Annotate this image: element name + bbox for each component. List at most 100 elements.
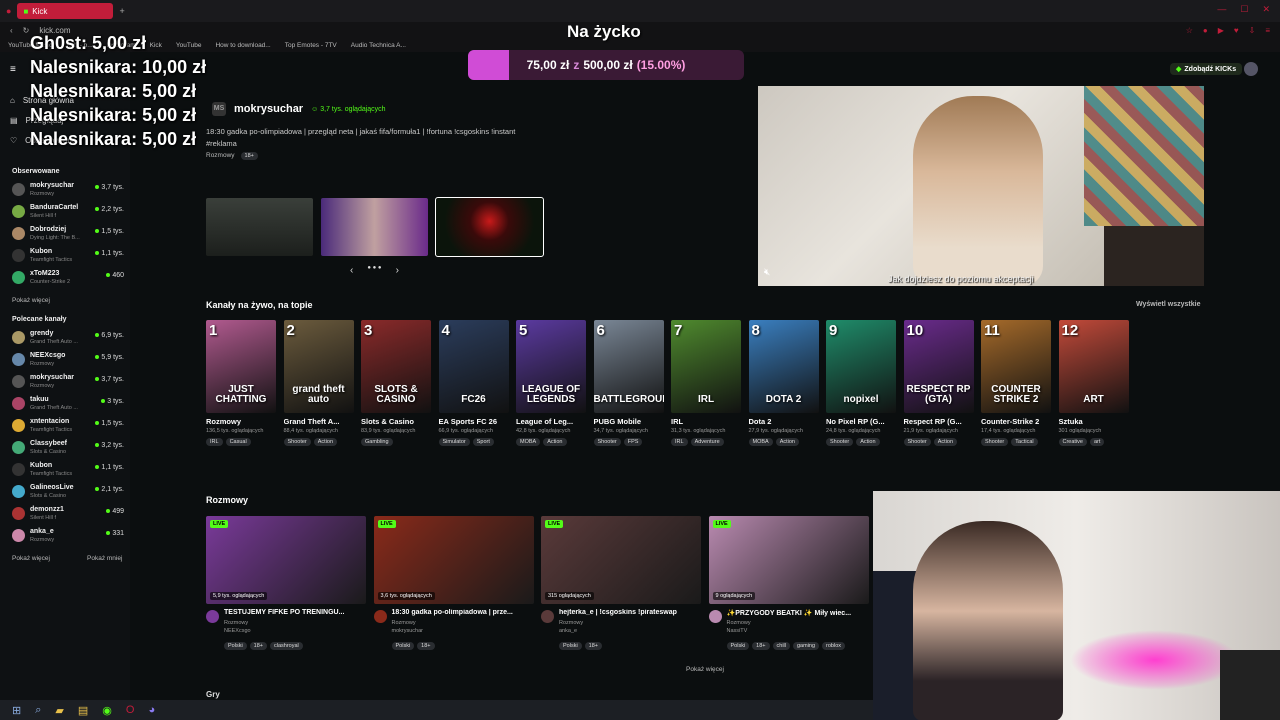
get-kicks-button[interactable]: ◆ Zdobądź KICKs	[1170, 63, 1243, 75]
bookmark-item[interactable]: Kick	[150, 42, 162, 49]
category-card[interactable]: 1 JUST CHATTING Rozmowy 136,5 tys. oglądają…	[206, 320, 276, 446]
carousel-thumb[interactable]	[206, 198, 313, 256]
category-card[interactable]: 8 DOTA 2 Dota 2 27,9 tys. oglądających MOBA A…	[748, 320, 819, 446]
settings-icon[interactable]: ≡	[1265, 26, 1270, 35]
sidebar-channel[interactable]: takuu Grand Theft Auto ... 3 tys.	[12, 394, 124, 414]
category-card[interactable]: 12 ART Sztuka 301 oglądających Creative art	[1058, 320, 1129, 446]
tag-pill[interactable]: MOBA	[748, 438, 773, 446]
stream-user[interactable]: mokrysuchar	[392, 628, 423, 634]
sidebar-channel[interactable]: demonzz1 Silent Hill f 499	[12, 504, 124, 524]
play-icon[interactable]: ▶	[1218, 26, 1224, 35]
stream-card[interactable]: LIVE 315 oglądających hejterka_e | !csgosk…	[541, 516, 701, 650]
tag-pill[interactable]: Creative	[1058, 438, 1087, 446]
sidebar-channel[interactable]: Kubon Teamfight Tactics 1,1 tys.	[12, 460, 124, 480]
category-card[interactable]: 7 IRL IRL 31,3 tys. oglądających IRL Adventur…	[671, 320, 741, 446]
sidebar-channel[interactable]: Dobrodziej Dying Light: The B... 1,5 tys.	[12, 224, 124, 244]
featured-channel[interactable]: mokrysuchar	[234, 103, 303, 115]
tag-pill[interactable]: Polski	[391, 642, 415, 650]
carousel-next-icon[interactable]: ›	[396, 265, 399, 276]
tag-pill[interactable]: Action	[775, 438, 799, 446]
stream-user[interactable]: NEEXcsgo	[224, 628, 251, 634]
heart-icon[interactable]: ♥	[1234, 26, 1239, 35]
stream-category[interactable]: Rozmowy	[727, 620, 751, 626]
sidebar-channel[interactable]: xntentacion Teamfight Tactics 1,5 tys.	[12, 416, 124, 436]
user-avatar[interactable]	[1244, 62, 1258, 76]
stream-category[interactable]: Rozmowy	[559, 620, 583, 626]
tag-pill[interactable]: Polski	[559, 642, 582, 650]
tag-pill[interactable]: Shooter	[903, 438, 931, 446]
tag-pill[interactable]: Polski	[224, 642, 247, 650]
tag-pill[interactable]: 18+	[752, 642, 770, 650]
sidebar-channel[interactable]: anka_e Rozmowy 331	[12, 526, 124, 546]
tag-pill[interactable]: IRL	[671, 438, 688, 446]
stream-avatar[interactable]	[541, 610, 554, 623]
tag-pill[interactable]: Tactical	[1011, 438, 1038, 446]
category-card[interactable]: 11 COUNTER STRIKE 2 Counter-Strike 2 17,4 t…	[981, 320, 1051, 446]
stream-card[interactable]: LIVE 5,9 tys. oglądających TESTUJEMY FIFKE…	[206, 516, 366, 650]
carousel-thumb-selected[interactable]	[435, 197, 544, 257]
stream-avatar[interactable]	[708, 610, 722, 623]
bookmark-item[interactable]: How to download...	[215, 42, 270, 49]
stream-user[interactable]: NassiTV	[727, 628, 748, 634]
tag-pill[interactable]: FPS	[623, 438, 643, 446]
sidebar-channel[interactable]: BanduraCartel Silent Hill f 2,2 tys.	[12, 202, 124, 222]
tag-pill[interactable]: Gambling	[361, 438, 393, 446]
search-icon[interactable]: ⌕	[35, 704, 41, 717]
obs-icon[interactable]: ◉	[102, 704, 112, 717]
back-icon[interactable]: ‹	[10, 26, 13, 35]
tag-pill[interactable]: Action	[856, 438, 880, 446]
stream-avatar[interactable]	[206, 610, 219, 623]
tag-pill[interactable]: Action	[543, 438, 567, 446]
stream-card[interactable]: LIVE 3,6 tys. oglądających 18:30 gadka po-…	[373, 516, 534, 650]
carousel-prev-icon[interactable]: ‹	[350, 265, 353, 276]
new-tab-icon[interactable]: +	[119, 6, 124, 16]
tag-pill[interactable]: Action	[933, 438, 958, 446]
tag-pill[interactable]: Adventure	[690, 438, 724, 446]
reload-icon[interactable]: ↻	[23, 26, 30, 35]
sidebar-channel[interactable]: grendy Grand Theft Auto ... 6,9 tys.	[12, 328, 124, 348]
file-explorer-icon[interactable]: ▰	[55, 704, 63, 717]
tag-pill[interactable]: Shooter	[981, 438, 1009, 446]
category-card[interactable]: 3 SLOTS & CASINO Slots & Casino 83,9 tys. o…	[361, 320, 431, 446]
tag-pill[interactable]: Shooter	[826, 438, 854, 446]
browser-tab-kick[interactable]: ■ Kick	[17, 3, 114, 19]
category-card[interactable]: 10 RESPECT RP (GTA) Respect RP (G... 21,9 t…	[903, 320, 974, 446]
category-card[interactable]: 6 BATTLEGROUNDS PUBG Mobile 34,7 tys. ogląd…	[593, 320, 664, 446]
bookmark-item[interactable]: Top Emotes - 7TV	[285, 42, 337, 49]
stream-avatar[interactable]	[373, 610, 387, 623]
tag-pill[interactable]: Polski	[726, 642, 750, 650]
minimize-icon[interactable]: —	[1217, 4, 1226, 15]
bookmark-item[interactable]: Audio Technica A...	[351, 42, 406, 49]
featured-avatar[interactable]: MS	[212, 102, 226, 116]
sidebar-channel[interactable]: Kubon Teamfight Tactics 1,1 tys.	[12, 246, 124, 266]
tag-pill[interactable]: 18+	[417, 642, 435, 650]
stream-category[interactable]: Rozmowy	[224, 620, 248, 626]
tag-pill[interactable]: MOBA	[516, 438, 541, 446]
tag-pill[interactable]: Action	[313, 438, 338, 446]
featured-video-player[interactable]: 🔇︎ Jak dojdziesz do poziomu akceptacji	[758, 86, 1204, 286]
extension-icon[interactable]: ●	[1203, 26, 1208, 35]
tag-pill[interactable]: IRL	[206, 438, 223, 446]
category-card[interactable]: 4 FC26 EA Sports FC 26 66,9 tys. oglądający…	[438, 320, 509, 446]
stream-user[interactable]: anka_e	[559, 628, 577, 634]
opera-icon[interactable]: O	[126, 704, 135, 716]
tag-pill[interactable]: gaming	[793, 642, 820, 650]
windows-start-icon[interactable]: ⊞	[12, 704, 21, 717]
carousel-thumb[interactable]	[321, 198, 428, 256]
see-all-link[interactable]: Wyświetl wszystkie	[1136, 301, 1200, 308]
sidebar-channel[interactable]: xToM223 Counter-Strike 2 460	[12, 268, 124, 288]
download-icon[interactable]: ⇩	[1249, 26, 1256, 35]
stream-category[interactable]: Rozmowy	[392, 620, 416, 626]
category-card[interactable]: 2 grand theft auto Grand Theft A... 88,4 ty…	[283, 320, 354, 446]
maximize-icon[interactable]: ☐	[1240, 4, 1248, 15]
sidebar-channel[interactable]: Classybeef Slots & Casino 3,2 tys.	[12, 438, 124, 458]
discord-icon[interactable]: ◕	[148, 704, 155, 716]
sidebar-channel[interactable]: NEEXcsgo Rozmowy 5,9 tys.	[12, 350, 124, 370]
bookmark-item[interactable]: YouTube	[176, 42, 202, 49]
sidebar-channel[interactable]: mokrysuchar Rozmowy 3,7 tys.	[12, 372, 124, 392]
tag-pill[interactable]: Shooter	[593, 438, 621, 446]
tag-pill[interactable]: Simulator	[438, 438, 470, 446]
tag-pill[interactable]: art	[1089, 438, 1105, 446]
tag-pill[interactable]: roblox	[822, 642, 846, 650]
tag-pill[interactable]: Casual	[225, 438, 251, 446]
